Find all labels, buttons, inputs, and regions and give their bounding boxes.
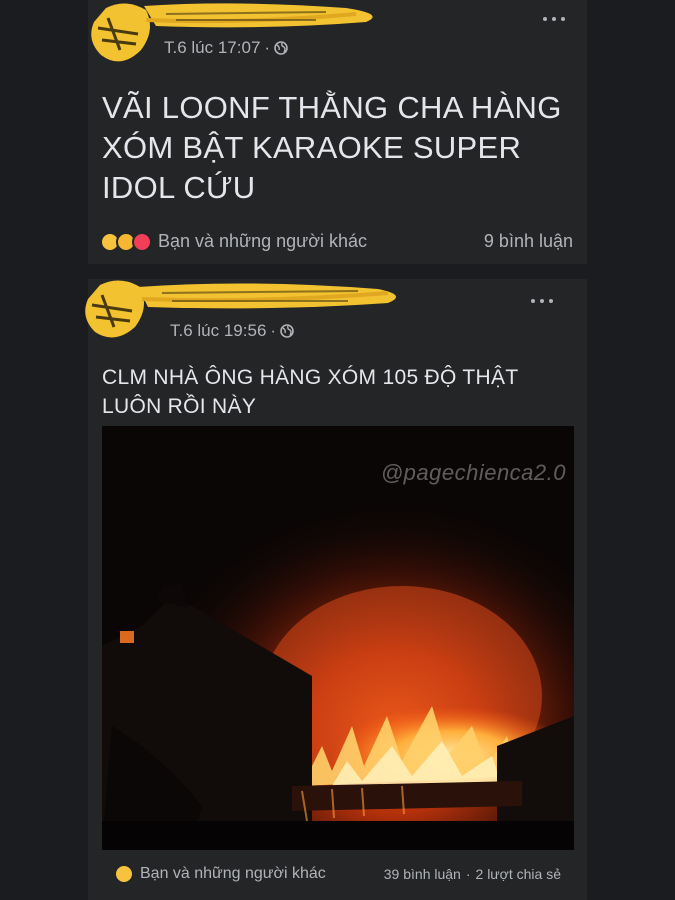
globe-icon	[274, 41, 288, 55]
reactions-summary[interactable]: Bạn và những người khác	[114, 864, 326, 884]
redacted-avatar-name-scribble	[91, 3, 373, 62]
comments-count[interactable]: 9 bình luận	[484, 231, 573, 252]
globe-icon	[280, 324, 294, 338]
reactions-text: Bạn và những người khác	[158, 231, 368, 251]
post-footer: Bạn và những người khác 39 bình luận · 2…	[114, 864, 561, 884]
more-options-icon[interactable]	[543, 14, 565, 24]
comments-count[interactable]: 39 bình luận	[384, 866, 461, 882]
reactions-text: Bạn và những người khác	[140, 865, 326, 882]
house-fire-photo[interactable]: @pagechienca2.0	[102, 426, 574, 850]
fire-scene-illustration	[102, 426, 574, 850]
meta-separator: ·	[465, 866, 471, 882]
post-text: VÃI LOONF THẰNG CHA HÀNG XÓM BẬT KARAOKE…	[102, 90, 562, 205]
love-reaction-icon	[132, 231, 152, 252]
meta-separator: ·	[270, 321, 277, 340]
post-meta: T.6 lúc 19:56 ·	[170, 321, 294, 341]
post-card-2: T.6 lúc 19:56 · CLM NHÀ ÔNG HÀNG XÓM 105…	[85, 279, 587, 900]
post-timestamp[interactable]: T.6 lúc 19:56	[170, 321, 266, 341]
sad-reaction-icon	[114, 864, 134, 884]
meta-separator: ·	[264, 38, 271, 57]
more-options-icon[interactable]	[531, 296, 553, 306]
reactions-summary[interactable]: Bạn và những người khác	[100, 231, 367, 252]
photo-watermark: @pagechienca2.0	[380, 460, 566, 485]
shares-count[interactable]: 2 lượt chia sẻ	[476, 866, 561, 882]
post-footer: Bạn và những người khác 9 bình luận	[100, 231, 573, 252]
engagement-counts: 39 bình luận · 2 lượt chia sẻ	[384, 866, 561, 882]
post-meta: T.6 lúc 17:07 ·	[164, 38, 288, 58]
post-text: CLM NHÀ ÔNG HÀNG XÓM 105 ĐỘ THẬT LUÔN RỒ…	[102, 366, 519, 418]
post-card-1: T.6 lúc 17:07 · VÃI LOONF THẰNG CHA HÀNG…	[88, 0, 587, 264]
post-timestamp[interactable]: T.6 lúc 17:07	[164, 38, 260, 58]
